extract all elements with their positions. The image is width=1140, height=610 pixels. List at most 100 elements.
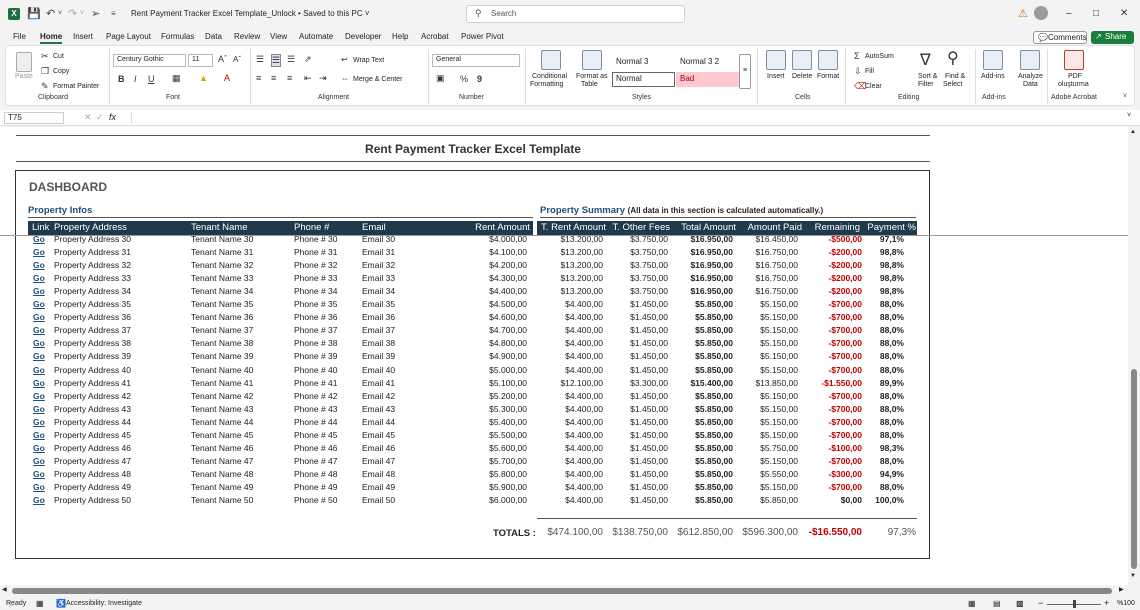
scroll-down-icon[interactable]: ▼ (1130, 573, 1136, 579)
bold-button[interactable]: B (118, 74, 125, 84)
font-name-select[interactable]: Century Gothic (113, 54, 186, 67)
copy-button[interactable]: Copy (53, 68, 69, 75)
tab-formulas[interactable]: Formulas (161, 32, 194, 41)
page-break-view-icon[interactable]: ▩ (1016, 599, 1024, 608)
font-color-icon[interactable]: A (224, 73, 230, 83)
row-link[interactable]: Go (33, 247, 45, 258)
row-link[interactable]: Go (33, 391, 45, 402)
row-link[interactable]: Go (33, 469, 45, 480)
cut-button[interactable]: Cut (53, 53, 64, 60)
underline-button[interactable]: U (148, 74, 155, 84)
copy-icon[interactable]: ❐ (41, 66, 49, 77)
row-link[interactable]: Go (33, 417, 45, 428)
warning-icon[interactable]: ⚠ (1018, 7, 1028, 20)
zoom-out-icon[interactable]: − (1038, 598, 1043, 608)
vertical-scrollbar[interactable]: ▲ ▼ (1128, 127, 1140, 585)
conditional-formatting-button[interactable]: Conditional (532, 73, 567, 80)
find-select-icon[interactable]: ⚲ (947, 48, 959, 68)
paste-button[interactable]: Paste (15, 73, 33, 80)
formula-input[interactable] (131, 112, 1121, 124)
number-format-select[interactable]: General (432, 54, 520, 67)
share-button[interactable]: ↗ Share (1091, 31, 1134, 44)
row-link[interactable]: Go (33, 378, 45, 389)
format-as-table-button[interactable]: Format as (576, 73, 608, 80)
delete-cells-icon[interactable] (792, 50, 812, 70)
accessibility-icon[interactable]: ♿ (56, 599, 66, 608)
customize-qat-icon[interactable]: ≡ (111, 9, 116, 18)
paste-icon[interactable] (16, 52, 32, 72)
cancel-icon[interactable]: ✕ (84, 112, 92, 123)
horizontal-scroll-thumb[interactable] (12, 588, 1112, 594)
pdf-create-button-2[interactable]: oluşturma (1058, 81, 1089, 88)
comments-button[interactable]: 💬 Comments (1033, 31, 1087, 44)
find-select-button[interactable]: Find & (945, 73, 965, 80)
tab-developer[interactable]: Developer (345, 32, 381, 41)
tab-automate[interactable]: Automate (299, 32, 333, 41)
normal-view-icon[interactable]: ▦ (968, 599, 976, 608)
page-layout-view-icon[interactable]: ▤ (993, 599, 1001, 608)
align-right-icon[interactable]: ≡ (287, 73, 292, 83)
row-link[interactable]: Go (33, 456, 45, 467)
zoom-slider-thumb[interactable] (1073, 600, 1076, 608)
row-link[interactable]: Go (33, 430, 45, 441)
redo-dropdown-icon[interactable]: ˅ (80, 10, 84, 17)
row-link[interactable]: Go (33, 325, 45, 336)
scroll-right-icon[interactable]: ▶ (1119, 586, 1124, 593)
style-normal-3[interactable]: Normal 3 (612, 55, 675, 70)
styles-more-button[interactable]: ≡ (739, 54, 751, 89)
decrease-font-icon[interactable]: Aˇ (233, 55, 241, 64)
conditional-formatting-icon[interactable] (541, 50, 561, 70)
align-middle-icon[interactable]: ☰ (271, 54, 282, 67)
expand-formula-icon[interactable]: ˅ (1127, 112, 1131, 119)
row-link[interactable]: Go (33, 351, 45, 362)
tab-home[interactable]: Home (40, 32, 63, 44)
conditional-formatting-button-2[interactable]: Formatting (530, 81, 563, 88)
font-size-select[interactable]: 11 (188, 54, 213, 67)
row-link[interactable]: Go (33, 312, 45, 323)
analyze-data-button[interactable]: Analyze (1018, 73, 1043, 80)
style-normal[interactable]: Normal (612, 72, 675, 87)
avatar[interactable] (1034, 6, 1048, 20)
undo-dropdown-icon[interactable]: ˅ (58, 10, 62, 17)
row-link[interactable]: Go (33, 482, 45, 493)
zoom-level[interactable]: %100 (1117, 600, 1135, 607)
search-input[interactable]: ⚲ Search (466, 5, 685, 23)
add-ins-icon[interactable] (983, 50, 1003, 70)
wrap-text-button[interactable]: Wrap Text (353, 57, 384, 64)
style-bad[interactable]: Bad (676, 72, 739, 87)
accounting-icon[interactable]: ▣ (436, 73, 445, 84)
row-link[interactable]: Go (33, 260, 45, 271)
row-link[interactable]: Go (33, 365, 45, 376)
tab-data[interactable]: Data (205, 32, 222, 41)
merge-center-button[interactable]: Merge & Center (353, 76, 402, 83)
redo-icon[interactable]: ↷ (68, 7, 77, 20)
tab-acrobat[interactable]: Acrobat (421, 32, 449, 41)
increase-font-icon[interactable]: Aˆ (218, 54, 227, 64)
sort-filter-icon[interactable]: ∇ (920, 50, 931, 70)
fill-button[interactable]: Fill (865, 68, 874, 75)
vertical-scroll-thumb[interactable] (1131, 369, 1137, 569)
style-normal-3-2[interactable]: Normal 3 2 (676, 55, 739, 70)
increase-indent-icon[interactable]: ⇥ (319, 73, 327, 84)
row-link[interactable]: Go (33, 495, 45, 506)
orientation-icon[interactable]: ⇗ (304, 54, 312, 65)
align-top-icon[interactable]: ☰ (256, 54, 264, 65)
wrap-text-icon[interactable]: ↩ (341, 55, 348, 64)
accessibility-status[interactable]: Accessibility: Investigate (66, 600, 142, 607)
tab-power-pivot[interactable]: Power Pivot (461, 32, 504, 41)
cut-icon[interactable]: ✂ (41, 51, 49, 62)
horizontal-scrollbar[interactable]: ◀ ▶ (0, 585, 1140, 597)
format-as-table-button-2[interactable]: Table (581, 81, 598, 88)
close-icon[interactable]: ✕ (1120, 8, 1128, 19)
percent-button[interactable]: % (460, 74, 468, 84)
analyze-data-button-2[interactable]: Data (1023, 81, 1038, 88)
merge-center-icon[interactable]: ⇔ (341, 74, 349, 83)
scroll-left-icon[interactable]: ◀ (2, 586, 7, 593)
row-link[interactable]: Go (33, 286, 45, 297)
borders-icon[interactable]: ▦ (172, 73, 181, 84)
fill-icon[interactable]: ⇩ (854, 66, 862, 77)
add-ins-button[interactable]: Add-ins (981, 73, 1005, 80)
find-select-button-2[interactable]: Select (943, 81, 962, 88)
format-painter-icon[interactable]: ✎ (41, 81, 49, 92)
tab-view[interactable]: View (270, 32, 287, 41)
